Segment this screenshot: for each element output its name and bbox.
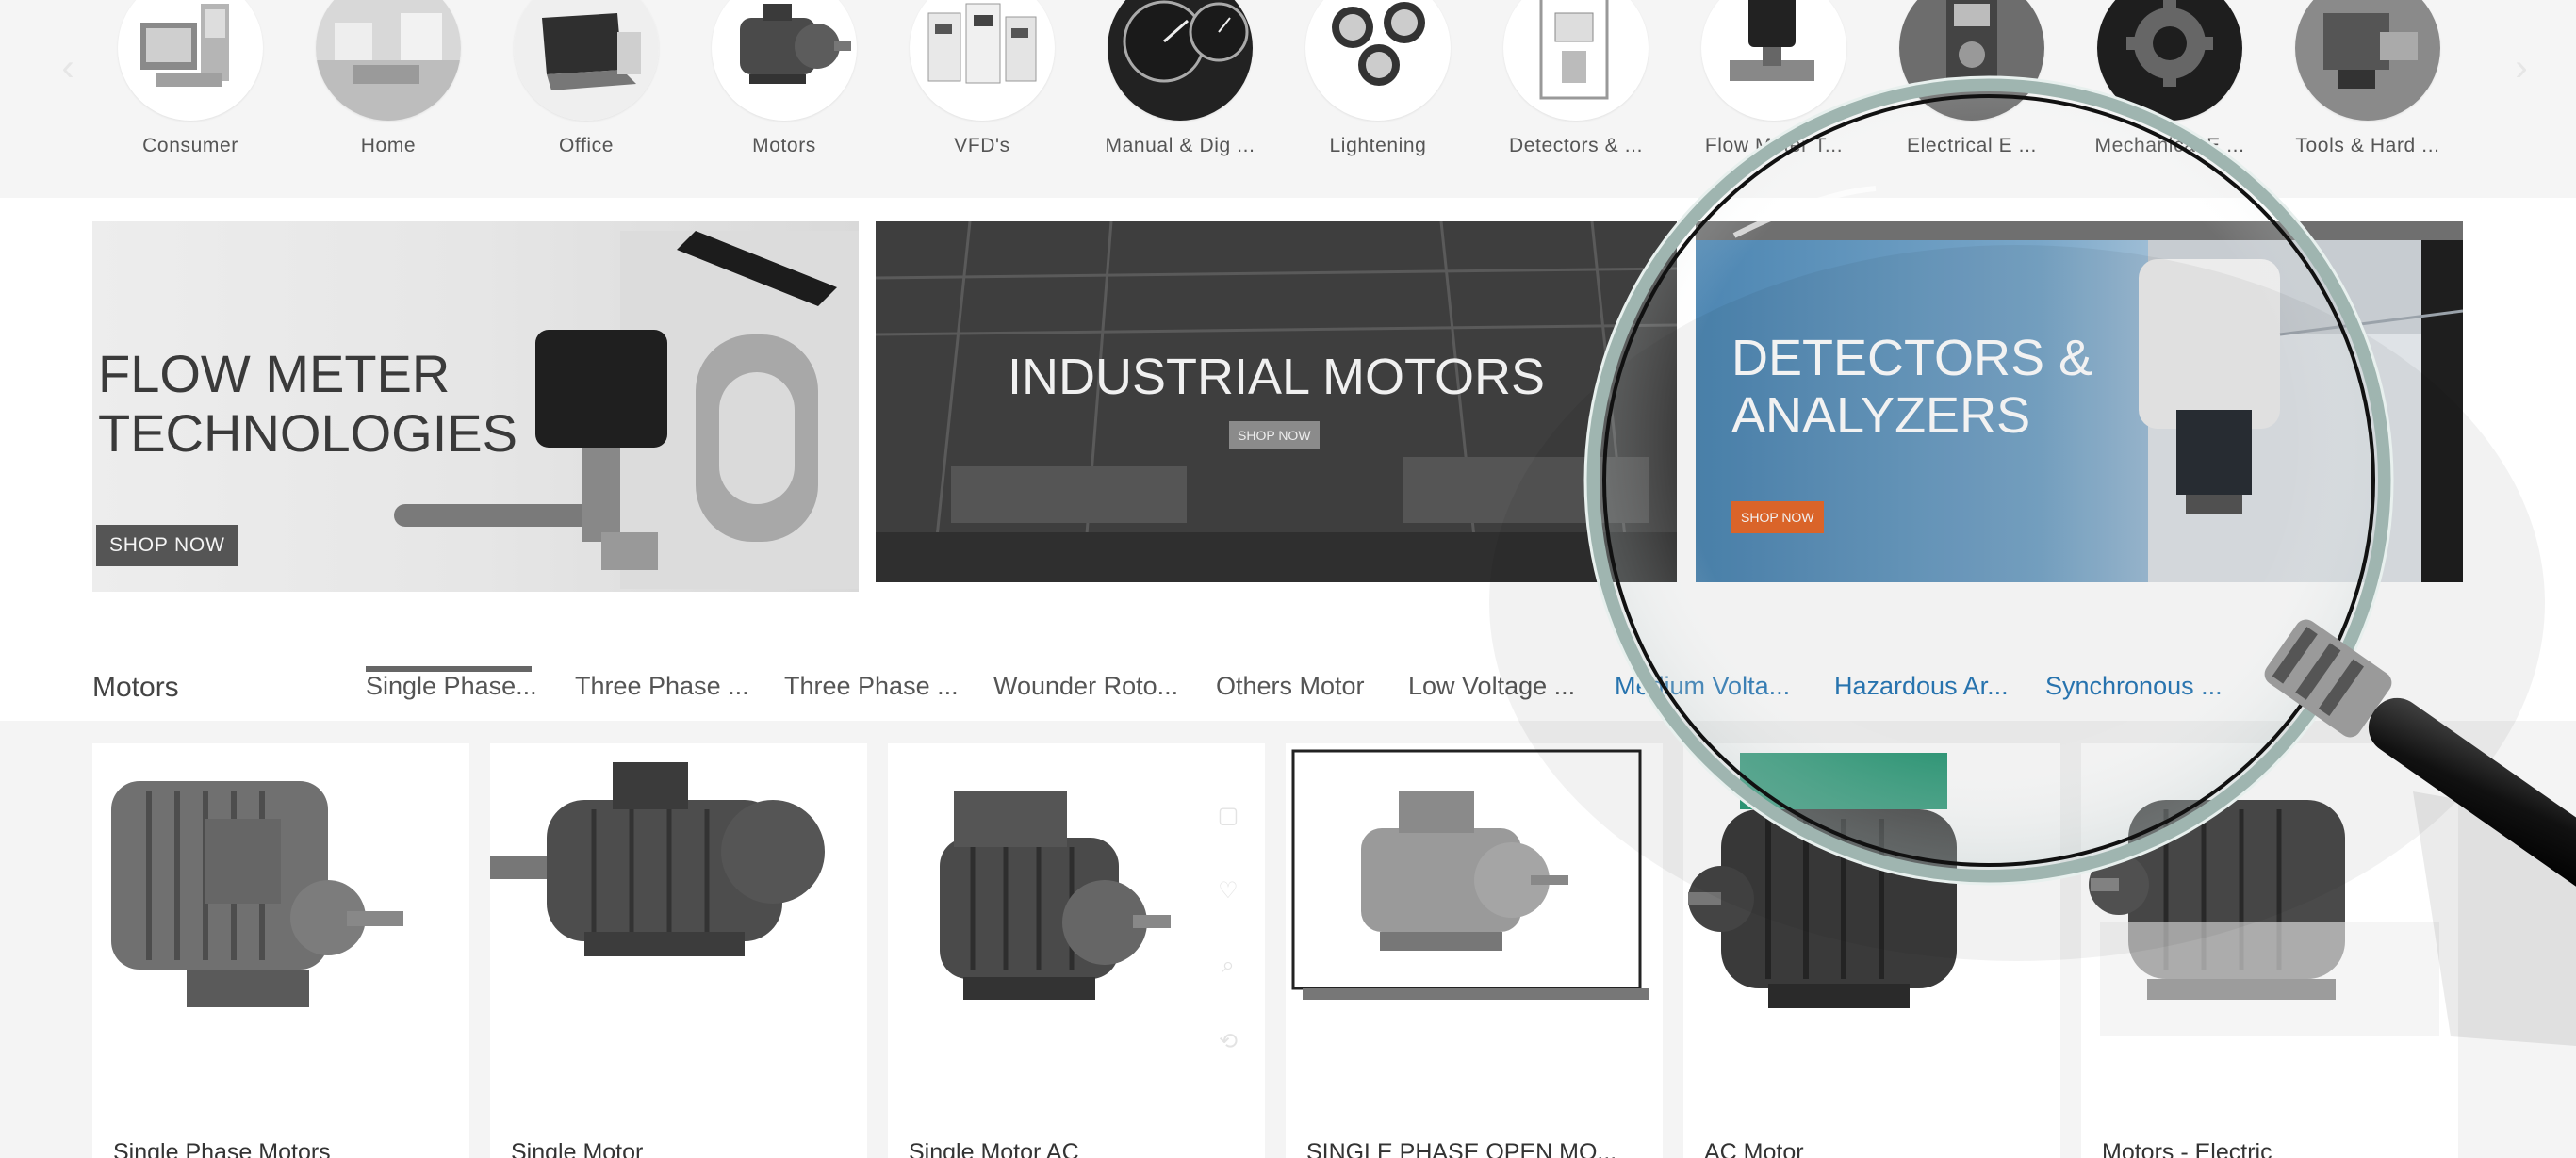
tools-icon — [2295, 0, 2440, 121]
home-icon — [316, 0, 461, 121]
compare-icon[interactable]: ⟲ — [1214, 1028, 1242, 1103]
category-label: Mechanical E ... — [2094, 135, 2245, 156]
consumer-products-icon — [118, 0, 263, 121]
category-tools[interactable]: Tools & Hard ... — [2273, 0, 2462, 170]
category-consumer[interactable]: Consumer — [96, 0, 285, 170]
product-image — [2089, 800, 2439, 1036]
product-name[interactable]: SINGLE PHASE OPEN MO... — [1306, 1139, 1616, 1158]
product-image — [1291, 749, 1649, 1000]
product-card[interactable]: ▢ ♡ ⌕ ⟲ Single Motor AC — [888, 743, 1265, 1158]
banner-title: FLOW METER TECHNOLOGIES — [98, 344, 517, 464]
office-icon — [514, 0, 659, 121]
product-image — [940, 791, 1171, 1000]
product-image — [1688, 753, 1957, 1008]
category-label: Home — [360, 135, 417, 156]
product-image — [111, 781, 403, 1007]
heart-icon[interactable]: ♡ — [1214, 877, 1242, 953]
product-card[interactable]: AC Motor — [1683, 743, 2060, 1158]
tab-three-phase-1[interactable]: Three Phase ... — [575, 672, 749, 701]
category-mechanical[interactable]: Mechanical E ... — [2076, 0, 2264, 170]
product-image — [490, 762, 825, 956]
category-flow-meter[interactable]: Flow Meter T... — [1680, 0, 1868, 170]
product-card[interactable]: Single Motor — [490, 743, 867, 1158]
product-grid: Single Phase Motors Single Motor ▢ ♡ ⌕ ⟲ — [0, 721, 2576, 1158]
multimeter-icon — [1899, 0, 2044, 121]
category-label: Tools & Hard ... — [2295, 135, 2440, 156]
valve-icon — [1701, 0, 1846, 121]
tab-single-phase[interactable]: Single Phase... — [366, 672, 537, 701]
product-name[interactable]: Single Motor AC — [909, 1139, 1079, 1158]
category-label: Office — [558, 135, 615, 156]
tab-three-phase-2[interactable]: Three Phase ... — [784, 672, 959, 701]
motor-icon — [712, 0, 857, 121]
vfd-icon — [910, 0, 1055, 121]
tab-others-motor[interactable]: Others Motor — [1216, 672, 1365, 701]
category-motors[interactable]: Motors — [690, 0, 878, 170]
chevron-left-icon[interactable]: ‹ — [49, 47, 87, 89]
product-name[interactable]: Single Motor — [511, 1139, 643, 1158]
promo-banners: FLOW METER TECHNOLOGIES SHOP NOW INDUSTR… — [0, 198, 2576, 622]
banner-title: INDUSTRIAL MOTORS — [1007, 349, 1546, 405]
category-label: Consumer — [142, 135, 238, 156]
tab-medium-voltage[interactable]: Medium Volta... — [1615, 672, 1790, 701]
product-name[interactable]: Motors - Electric — [2102, 1139, 2272, 1158]
category-home[interactable]: Home — [294, 0, 483, 170]
tab-low-voltage[interactable]: Low Voltage ... — [1408, 672, 1575, 701]
section-title: Motors — [92, 672, 179, 703]
shop-now-button[interactable]: SHOP NOW — [96, 525, 238, 566]
product-actions: ▢ ♡ ⌕ ⟲ — [1214, 802, 1242, 1103]
gear-icon — [2097, 0, 2242, 121]
category-label: Motors — [752, 135, 816, 156]
category-label: Flow Meter T... — [1704, 135, 1844, 156]
category-vfds[interactable]: VFD's — [888, 0, 1076, 170]
tab-wounder-rotor[interactable]: Wounder Roto... — [993, 672, 1178, 701]
detector-icon — [1503, 0, 1649, 121]
product-card[interactable]: Single Phase Motors — [92, 743, 469, 1158]
category-label: Detectors & ... — [1508, 135, 1644, 156]
category-label: Manual & Dig ... — [1105, 135, 1255, 156]
tab-hazardous-area[interactable]: Hazardous Ar... — [1834, 672, 2009, 701]
cart-icon[interactable]: ▢ — [1214, 802, 1242, 877]
shop-now-button[interactable]: SHOP NOW — [1731, 501, 1824, 533]
banner-title: DETECTORS & ANALYZERS — [1731, 330, 2093, 445]
category-electrical[interactable]: Electrical E ... — [1878, 0, 2066, 170]
product-name[interactable]: Single Phase Motors — [113, 1139, 331, 1158]
motors-section-header: Motors Single Phase... Three Phase ... T… — [0, 622, 2576, 721]
category-manual-digital[interactable]: Manual & Dig ... — [1086, 0, 1274, 170]
banner-flow-meter[interactable]: FLOW METER TECHNOLOGIES SHOP NOW — [92, 221, 859, 592]
category-label: VFD's — [954, 135, 1010, 156]
product-card[interactable]: SINGLE PHASE OPEN MO... — [1286, 743, 1663, 1158]
product-card[interactable]: Motors - Electric — [2081, 743, 2458, 1158]
lamp-icon — [1305, 0, 1451, 121]
tab-synchronous[interactable]: Synchronous ... — [2045, 672, 2223, 701]
banner-detectors[interactable]: DETECTORS & ANALYZERS SHOP NOW — [1696, 221, 2463, 582]
banner-industrial-motors[interactable]: INDUSTRIAL MOTORS SHOP NOW — [876, 221, 1677, 582]
category-office[interactable]: Office — [492, 0, 681, 170]
category-carousel: ‹ › Consumer Home Office Motors VFD's Ma… — [0, 0, 2576, 198]
category-lightening[interactable]: Lightening — [1284, 0, 1472, 170]
shop-now-button[interactable]: SHOP NOW — [1229, 421, 1320, 449]
category-label: Lightening — [1329, 135, 1427, 156]
zoom-icon[interactable]: ⌕ — [1214, 953, 1242, 1028]
product-name[interactable]: AC Motor — [1704, 1139, 1804, 1158]
category-detectors[interactable]: Detectors & ... — [1482, 0, 1670, 170]
category-label: Electrical E ... — [1907, 135, 2037, 156]
gauge-icon — [1108, 0, 1253, 121]
chevron-right-icon[interactable]: › — [2502, 47, 2540, 89]
